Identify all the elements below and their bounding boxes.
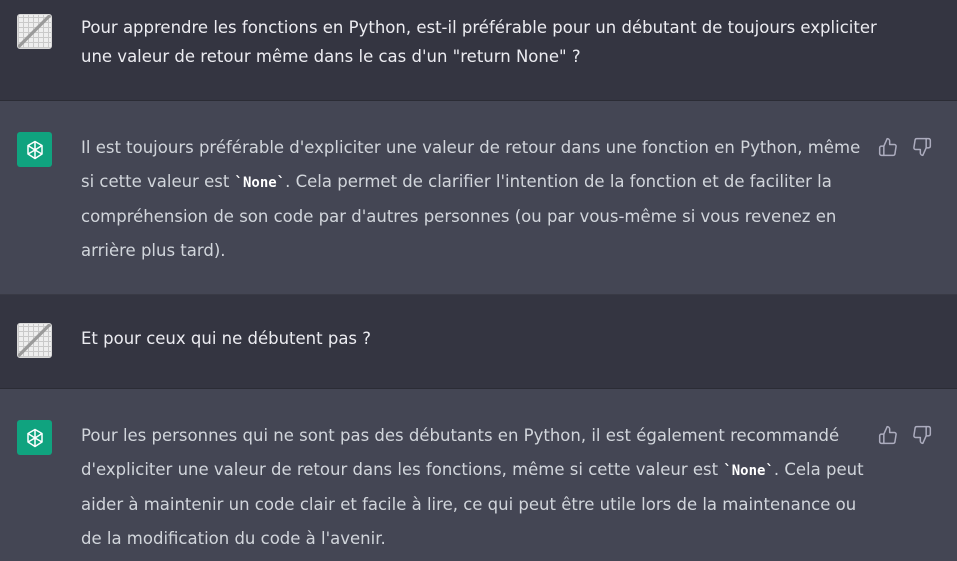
thumbs-down-icon[interactable] bbox=[910, 423, 934, 447]
inline-code: `None` bbox=[234, 175, 286, 191]
thumbs-up-icon[interactable] bbox=[876, 423, 900, 447]
openai-logo-icon bbox=[17, 420, 52, 455]
feedback-actions bbox=[876, 135, 934, 159]
thumbs-up-icon[interactable] bbox=[876, 135, 900, 159]
user-avatar-icon bbox=[17, 14, 52, 49]
user-message-row: Et pour ceux qui ne débutent pas ? bbox=[0, 295, 957, 389]
user-message-text: Et pour ceux qui ne débutent pas ? bbox=[81, 329, 372, 348]
user-avatar-icon bbox=[17, 323, 52, 358]
openai-logo-icon bbox=[17, 132, 52, 167]
assistant-message-row: Il est toujours préférable d'expliciter … bbox=[0, 101, 957, 295]
assistant-message-text: Pour les personnes qui ne sont pas des d… bbox=[81, 419, 871, 556]
user-message-row: Pour apprendre les fonctions en Python, … bbox=[0, 0, 957, 101]
inline-code: `None` bbox=[723, 463, 774, 479]
assistant-message-text: Il est toujours préférable d'expliciter … bbox=[81, 131, 871, 268]
thumbs-down-icon[interactable] bbox=[910, 135, 934, 159]
assistant-message-row: Pour les personnes qui ne sont pas des d… bbox=[0, 389, 957, 561]
feedback-actions bbox=[876, 423, 934, 447]
user-message-text: Pour apprendre les fonctions en Python, … bbox=[81, 18, 877, 66]
